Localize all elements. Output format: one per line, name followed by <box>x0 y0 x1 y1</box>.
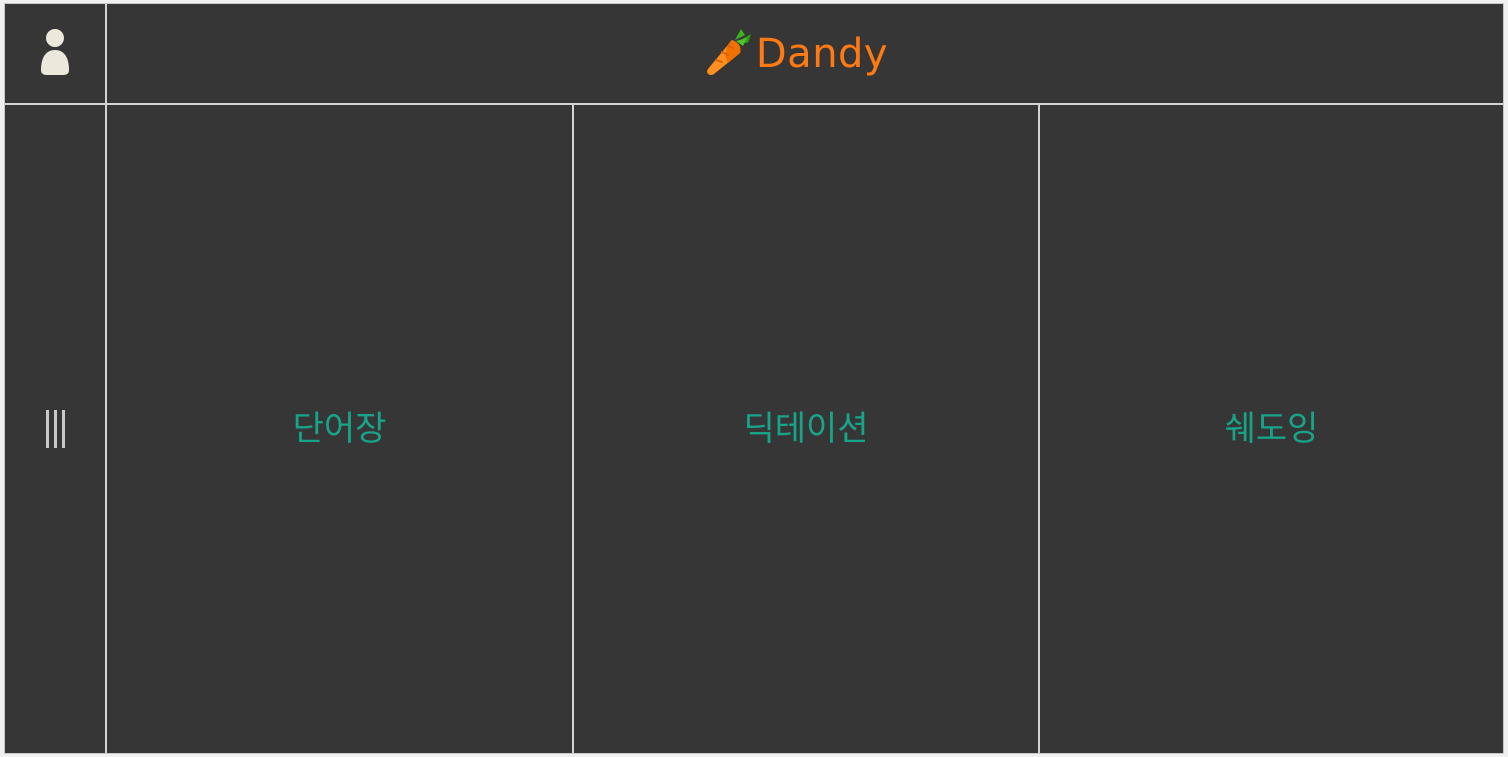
carrot-icon <box>702 26 754 82</box>
nav-item-dictation[interactable]: 딕테이션 <box>574 105 1038 753</box>
menu-toggle-button[interactable] <box>5 105 105 753</box>
brand-name: Dandy <box>755 30 889 77</box>
user-profile-button[interactable] <box>5 4 105 103</box>
app-header: Dandy <box>107 4 1503 103</box>
nav-item-shadowing[interactable]: 쉐도잉 <box>1040 105 1503 753</box>
app-frame: Dandy 단어장 딕테이션 쉐도잉 <box>4 3 1504 754</box>
nav-item-label: 딕테이션 <box>743 409 869 449</box>
nav-item-vocabulary[interactable]: 단어장 <box>107 105 572 753</box>
nav-item-label: 쉐도잉 <box>1224 409 1319 449</box>
nav-item-label: 단어장 <box>292 409 387 449</box>
user-icon <box>39 28 71 80</box>
hamburger-vertical-icon <box>45 410 65 448</box>
brand-logo[interactable]: Dandy <box>702 26 888 82</box>
